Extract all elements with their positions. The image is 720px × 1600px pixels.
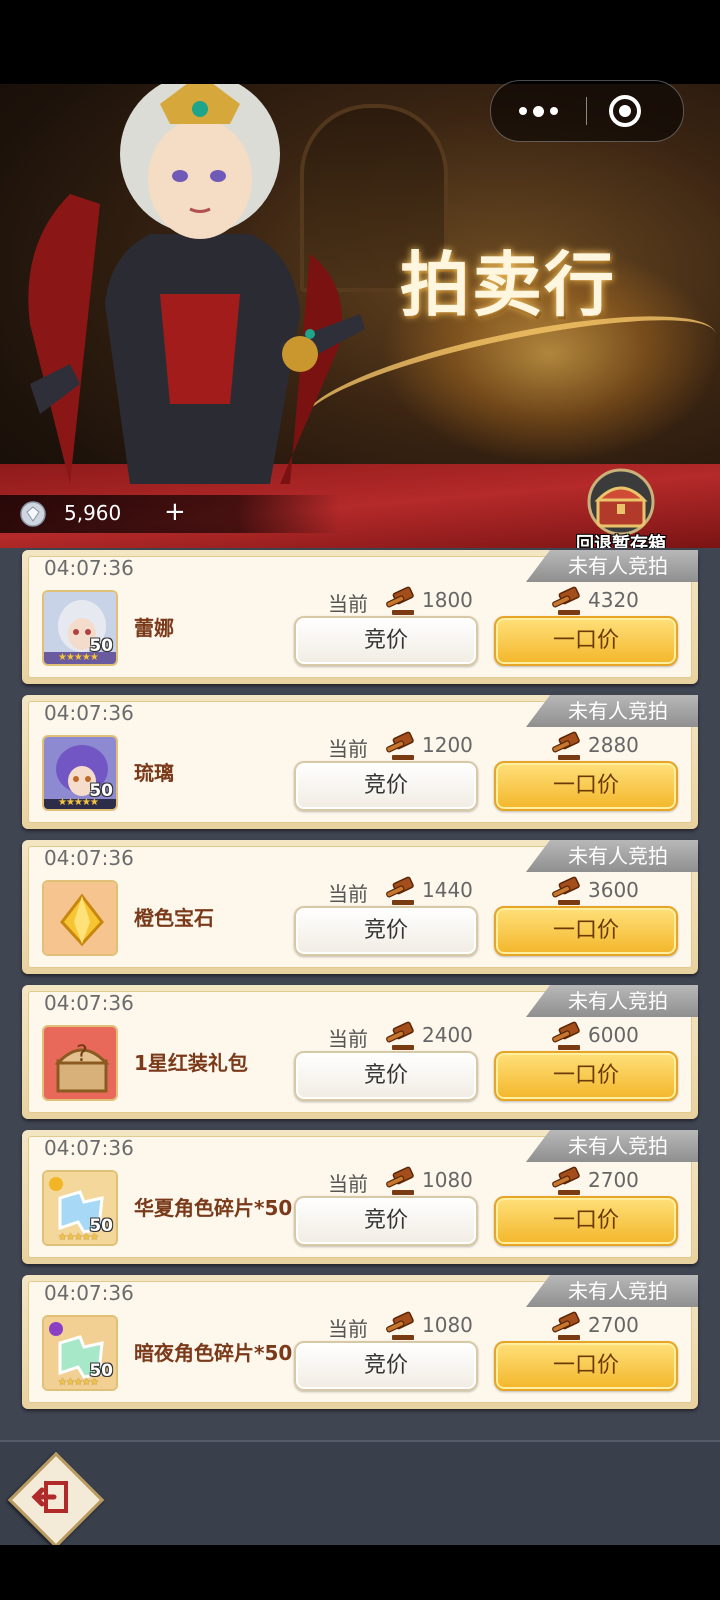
countdown-timer: 04:07:36 <box>44 701 134 725</box>
star-rating: ★★★★★ <box>58 797 99 808</box>
buyout-price: 4320 <box>588 588 639 612</box>
buyout-price: 2700 <box>588 1168 639 1192</box>
auction-card: 04:07:36 未有人竞拍 50 ★★★★★ 暗夜角色碎片*50 当前 1080 2700 竞… <box>22 1275 698 1409</box>
gavel-icon <box>384 1311 418 1341</box>
more-icon <box>519 107 527 115</box>
item-name: 琉璃 <box>134 761 174 785</box>
svg-text:?: ? <box>76 1042 88 1067</box>
item-name: 1星红装礼包 <box>134 1051 248 1075</box>
buyout-price: 3600 <box>588 878 639 902</box>
current-price: 1080 <box>422 1168 473 1192</box>
bid-status-tag: 未有人竞拍 <box>526 550 698 582</box>
more-button[interactable] <box>491 81 586 141</box>
auction-banner: 拍卖行 回退暂存箱 <box>0 84 720 548</box>
gavel-icon <box>550 731 584 761</box>
gavel-icon <box>384 876 418 906</box>
countdown-timer: 04:07:36 <box>44 846 134 870</box>
status-area <box>0 0 720 84</box>
gavel-icon <box>384 731 418 761</box>
current-price-label: 当前 <box>328 1172 368 1196</box>
current-price-label: 当前 <box>328 592 368 616</box>
chest-icon <box>587 468 655 536</box>
more-icon-dot <box>533 105 544 117</box>
bid-button[interactable]: 竞价 <box>294 906 478 956</box>
hero-portrait-icon[interactable]: 50 ★★★★★ <box>42 735 118 811</box>
puzzle-fragment-icon[interactable]: 50 ★★★★★ <box>42 1170 118 1246</box>
buyout-price: 6000 <box>588 1023 639 1047</box>
buyout-button[interactable]: 一口价 <box>494 1051 678 1101</box>
buyout-button[interactable]: 一口价 <box>494 1341 678 1391</box>
currency-bar: 5,960 + <box>0 495 340 533</box>
buyout-button[interactable]: 一口价 <box>494 761 678 811</box>
star-rating: ★★★★★ <box>58 1377 99 1388</box>
diamond-icon <box>20 501 46 527</box>
buyout-price: 2880 <box>588 733 639 757</box>
current-price-label: 当前 <box>328 737 368 761</box>
bottom-bar <box>0 1440 720 1547</box>
auction-card: 04:07:36 未有人竞拍 50 ★★★★★ 华夏角色碎片*50 当前 1080 2700 竞… <box>22 1130 698 1264</box>
buyout-button[interactable]: 一口价 <box>494 1196 678 1246</box>
countdown-timer: 04:07:36 <box>44 1136 134 1160</box>
exit-icon[interactable] <box>24 1468 82 1526</box>
bid-status-tag: 未有人竞拍 <box>526 840 698 872</box>
gavel-icon <box>550 1021 584 1051</box>
item-name: 蕾娜 <box>134 616 174 640</box>
puzzle-fragment-icon[interactable]: 50 ★★★★★ <box>42 1315 118 1391</box>
bid-button[interactable]: 竞价 <box>294 1196 478 1246</box>
buyout-button[interactable]: 一口价 <box>494 906 678 956</box>
auction-card: 04:07:36 未有人竞拍 50 ★★★★★ 琉璃 当前 1200 2880 竞价 一口价 <box>22 695 698 829</box>
bid-button[interactable]: 竞价 <box>294 1051 478 1101</box>
bid-status-tag: 未有人竞拍 <box>526 695 698 727</box>
gavel-icon <box>550 586 584 616</box>
current-price: 1200 <box>422 733 473 757</box>
current-price: 1440 <box>422 878 473 902</box>
heroine-illustration <box>28 84 365 484</box>
current-price: 2400 <box>422 1023 473 1047</box>
countdown-timer: 04:07:36 <box>44 991 134 1015</box>
currency-amount: 5,960 <box>64 501 122 525</box>
chest-label: 回退暂存箱 <box>576 534 666 548</box>
capsule-divider <box>586 97 587 125</box>
gavel-icon <box>550 876 584 906</box>
star-rating: ★★★★★ <box>58 652 99 663</box>
bid-status-tag: 未有人竞拍 <box>526 1130 698 1162</box>
gavel-icon <box>384 1166 418 1196</box>
gavel-icon <box>384 586 418 616</box>
current-price-label: 当前 <box>328 1027 368 1051</box>
item-name: 暗夜角色碎片*50 <box>134 1341 293 1365</box>
add-currency-button[interactable]: + <box>164 497 186 527</box>
more-icon-dot <box>550 107 558 115</box>
current-price-label: 当前 <box>328 882 368 906</box>
treasure-chest-icon[interactable]: ? <box>42 1025 118 1101</box>
countdown-timer: 04:07:36 <box>44 556 134 580</box>
return-storage-chest[interactable]: 回退暂存箱 <box>568 468 674 548</box>
hero-portrait-icon[interactable]: 50 ★★★★★ <box>42 590 118 666</box>
bid-status-tag: 未有人竞拍 <box>526 1275 698 1307</box>
buyout-price: 2700 <box>588 1313 639 1337</box>
bid-button[interactable]: 竞价 <box>294 1341 478 1391</box>
star-rating: ★★★★★ <box>58 1232 99 1243</box>
nav-area <box>0 1545 720 1600</box>
banner-title: 拍卖行 <box>400 243 616 326</box>
close-icon[interactable] <box>607 93 643 129</box>
bid-button[interactable]: 竞价 <box>294 761 478 811</box>
bid-status-tag: 未有人竞拍 <box>526 985 698 1017</box>
current-price: 1080 <box>422 1313 473 1337</box>
auction-card: 04:07:36 未有人竞拍橙色宝石 当前 1440 3600 竞价 一口价 <box>22 840 698 974</box>
mini-program-capsule <box>490 80 684 142</box>
auction-card: 04:07:36 未有人竞拍 50 ★★★★★ 蕾娜 当前 1800 4320 竞价 一口价 <box>22 550 698 684</box>
bid-button[interactable]: 竞价 <box>294 616 478 666</box>
auction-card: 04:07:36 未有人竞拍? 1星红装礼包 当前 2400 6000 竞价 一口价 <box>22 985 698 1119</box>
item-name: 橙色宝石 <box>134 906 214 930</box>
current-price-label: 当前 <box>328 1317 368 1341</box>
countdown-timer: 04:07:36 <box>44 1281 134 1305</box>
buyout-button[interactable]: 一口价 <box>494 616 678 666</box>
gavel-icon <box>550 1166 584 1196</box>
current-price: 1800 <box>422 588 473 612</box>
gavel-icon <box>384 1021 418 1051</box>
gavel-icon <box>550 1311 584 1341</box>
orange-gem-icon[interactable] <box>42 880 118 956</box>
item-name: 华夏角色碎片*50 <box>134 1196 293 1220</box>
